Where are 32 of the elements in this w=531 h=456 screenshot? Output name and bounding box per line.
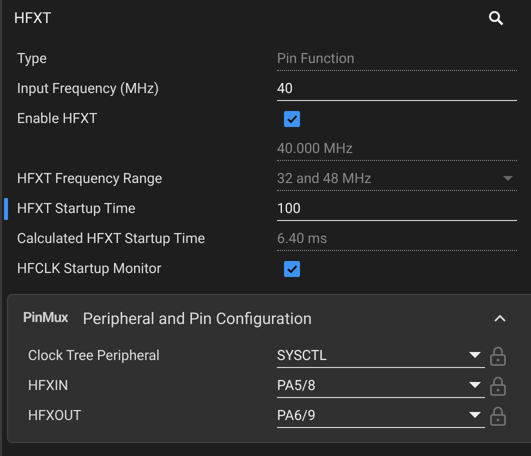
readonly-field: 6.40 ms xyxy=(277,227,517,251)
caret-icon xyxy=(503,176,513,182)
input-field[interactable]: 100 xyxy=(277,197,517,221)
field-label: Enable HFXT xyxy=(17,111,98,127)
field-label: HFXT Startup Time xyxy=(17,201,136,217)
field-label: HFXOUT xyxy=(28,408,82,424)
field-label: HFXIN xyxy=(28,378,68,394)
field-label: HFXT Frequency Range xyxy=(17,171,162,187)
field-label: Clock Tree Peripheral xyxy=(28,348,160,364)
lock-icon[interactable] xyxy=(490,376,506,396)
panel-tag-label: PinMux xyxy=(23,310,68,326)
panel-title: Peripheral and Pin Configuration xyxy=(82,308,313,328)
checkbox[interactable] xyxy=(284,111,300,127)
readonly-field: Pin Function xyxy=(277,47,517,71)
chevron-icon[interactable] xyxy=(494,314,506,322)
caret-icon[interactable] xyxy=(469,352,481,359)
dropdown[interactable]: PA6/9 xyxy=(277,404,485,428)
dropdown[interactable]: PA5/8 xyxy=(277,374,485,398)
section-title: HFXT xyxy=(14,9,52,27)
field-label: Input Frequency (MHz) xyxy=(17,81,159,97)
field-label: HFCLK Startup Monitor xyxy=(17,261,162,277)
lock-icon[interactable] xyxy=(490,406,506,426)
caret-icon[interactable] xyxy=(469,382,481,389)
readonly-field: 40.000 MHz xyxy=(277,137,517,161)
lock-icon[interactable] xyxy=(490,346,506,366)
field-label: Calculated HFXT Startup Time xyxy=(17,231,206,247)
dropdown[interactable]: SYSCTL xyxy=(277,344,485,368)
caret-icon[interactable] xyxy=(469,412,481,419)
input-field[interactable]: 40 xyxy=(277,77,517,101)
checkbox[interactable] xyxy=(284,261,300,277)
search-icon[interactable] xyxy=(488,10,504,26)
field-label: Type xyxy=(17,51,47,67)
